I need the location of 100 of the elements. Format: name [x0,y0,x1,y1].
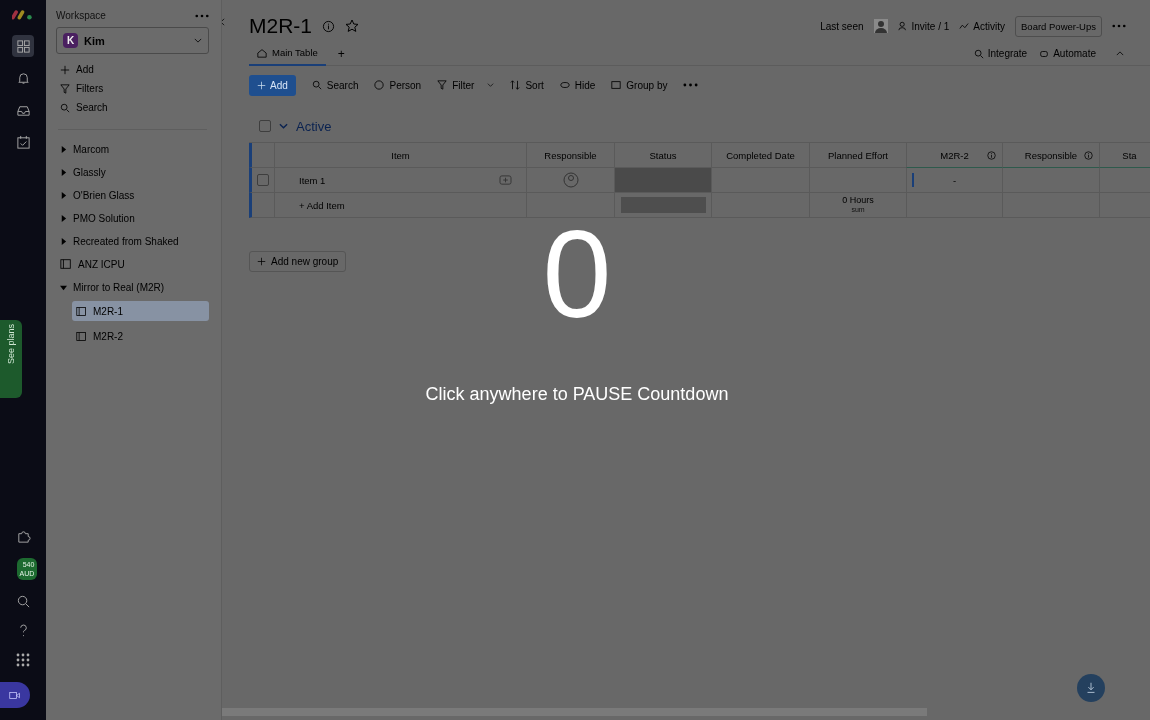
main-table-tab[interactable]: Main Table [249,41,326,66]
expanded-triangle-icon[interactable] [60,283,67,291]
folder-item[interactable]: Mirror to Real (M2R) [73,281,165,293]
column-header: Responsible [544,149,597,161]
column-header: Status [649,149,677,161]
board-item[interactable]: M2R-1 [72,301,209,321]
home-icon [257,47,267,58]
activity-icon [959,21,970,31]
activity-button[interactable]: Activity [973,20,1005,32]
bell-icon [15,70,31,86]
puzzle-icon[interactable] [15,529,31,544]
effort-sum: 0 Hours [842,196,874,205]
filter-icon [60,83,70,94]
hide-icon [559,80,570,90]
add-view-button[interactable]: + [337,46,345,61]
more-icon[interactable] [195,13,209,18]
filter-tool[interactable]: Filter [452,79,475,91]
filter-icon [437,80,448,90]
group-name[interactable]: Active [296,118,332,134]
column-header: Item [391,149,410,161]
video-button[interactable] [0,682,30,708]
workspace-dropdown[interactable]: K Kim [56,27,209,54]
column-header: Responsible [1024,149,1078,161]
workspace-heading: Workspace [56,10,106,21]
folder-item[interactable]: Glassly [73,166,106,178]
column-header: M2R-2 [940,149,969,161]
automate-button[interactable]: Automate [1053,48,1096,59]
user-avatar[interactable] [873,19,888,33]
power-ups-button[interactable]: Board Power-Ups [1015,15,1102,37]
chevron-icon[interactable] [279,123,288,129]
info-icon[interactable] [987,150,996,160]
see-plans-button[interactable]: See plans [0,320,22,398]
folder-item[interactable]: Marcom [73,143,110,155]
plus-icon [257,257,266,266]
countdown-number: 0 [541,206,613,343]
person-tool[interactable]: Person [389,79,422,91]
group-checkbox[interactable] [259,120,271,132]
chevron-icon [194,38,202,43]
collapsed-triangle-icon[interactable] [60,145,67,153]
calendar-icon [15,134,31,150]
group-icon [611,80,622,90]
board-icon [76,330,87,342]
more-icon[interactable] [1112,24,1126,28]
item-name[interactable]: Item 1 [299,174,326,186]
person-icon[interactable] [562,172,579,188]
search-tool[interactable]: Search [326,79,359,91]
integrate-button[interactable]: Integrate [987,48,1028,59]
collapsed-triangle-icon[interactable] [60,191,67,199]
grid-icon [15,38,31,54]
collapsed-triangle-icon[interactable] [60,214,67,222]
caret-icon[interactable] [487,83,495,87]
workspace-name: Kim [84,34,106,47]
board-title: M2R-1 [249,14,312,38]
collapsed-triangle-icon[interactable] [60,168,67,176]
filter-action[interactable]: Filters [76,83,104,94]
star-icon[interactable] [345,19,359,33]
column-header: Completed Date [726,149,795,161]
row-checkbox[interactable] [257,174,269,186]
more-icon[interactable] [683,83,699,87]
info-icon[interactable] [1084,150,1093,160]
column-header: Sta [1122,149,1137,161]
info-icon[interactable] [322,19,335,33]
sort-tool[interactable]: Sort [525,79,544,91]
status-cell[interactable] [614,168,711,193]
table-cell[interactable] [1099,168,1150,193]
search-action[interactable]: Search [76,102,108,113]
search-icon[interactable] [15,594,31,609]
mirror-value: - [952,174,957,186]
column-header: Planned Effort [827,149,888,161]
scrollbar[interactable] [222,708,927,716]
grid-rail-button[interactable] [12,35,34,57]
add-item-button[interactable]: + Add Item [299,199,345,211]
folder-item[interactable]: Recreated from Shaked [73,235,179,247]
plus-icon [257,80,266,90]
folder-item[interactable]: PMO Solution [73,212,135,224]
collapse-header-icon[interactable] [1116,51,1124,56]
board-icon [76,305,87,317]
add-button[interactable]: Add [249,74,296,96]
add-update-icon[interactable] [499,174,512,186]
logo-icon[interactable] [12,8,34,21]
invite-button[interactable]: Invite / 1 [911,20,950,32]
collapsed-triangle-icon[interactable] [60,237,67,245]
date-cell[interactable] [711,168,809,193]
person-icon [897,21,908,31]
apps-icon[interactable] [15,652,31,668]
hide-tool[interactable]: Hide [574,79,596,91]
camera-icon [9,690,21,700]
effort-cell[interactable] [809,168,906,193]
help-button[interactable] [1077,674,1105,702]
workspace-avatar: K [63,33,78,48]
board-item[interactable]: M2R-2 [72,326,209,346]
add-action[interactable]: Add [76,64,94,75]
search-icon [311,80,322,90]
search-icon [60,102,70,113]
folder-item[interactable]: O'Brien Glass [73,189,135,201]
add-group-button[interactable]: Add new group [249,251,347,272]
group-tool[interactable]: Group by [626,79,668,91]
dashboard-item[interactable]: ANZ ICPU [78,258,125,270]
countdown-message: Click anywhere to PAUSE Countdown [424,384,730,405]
table-cell[interactable] [1002,168,1099,193]
